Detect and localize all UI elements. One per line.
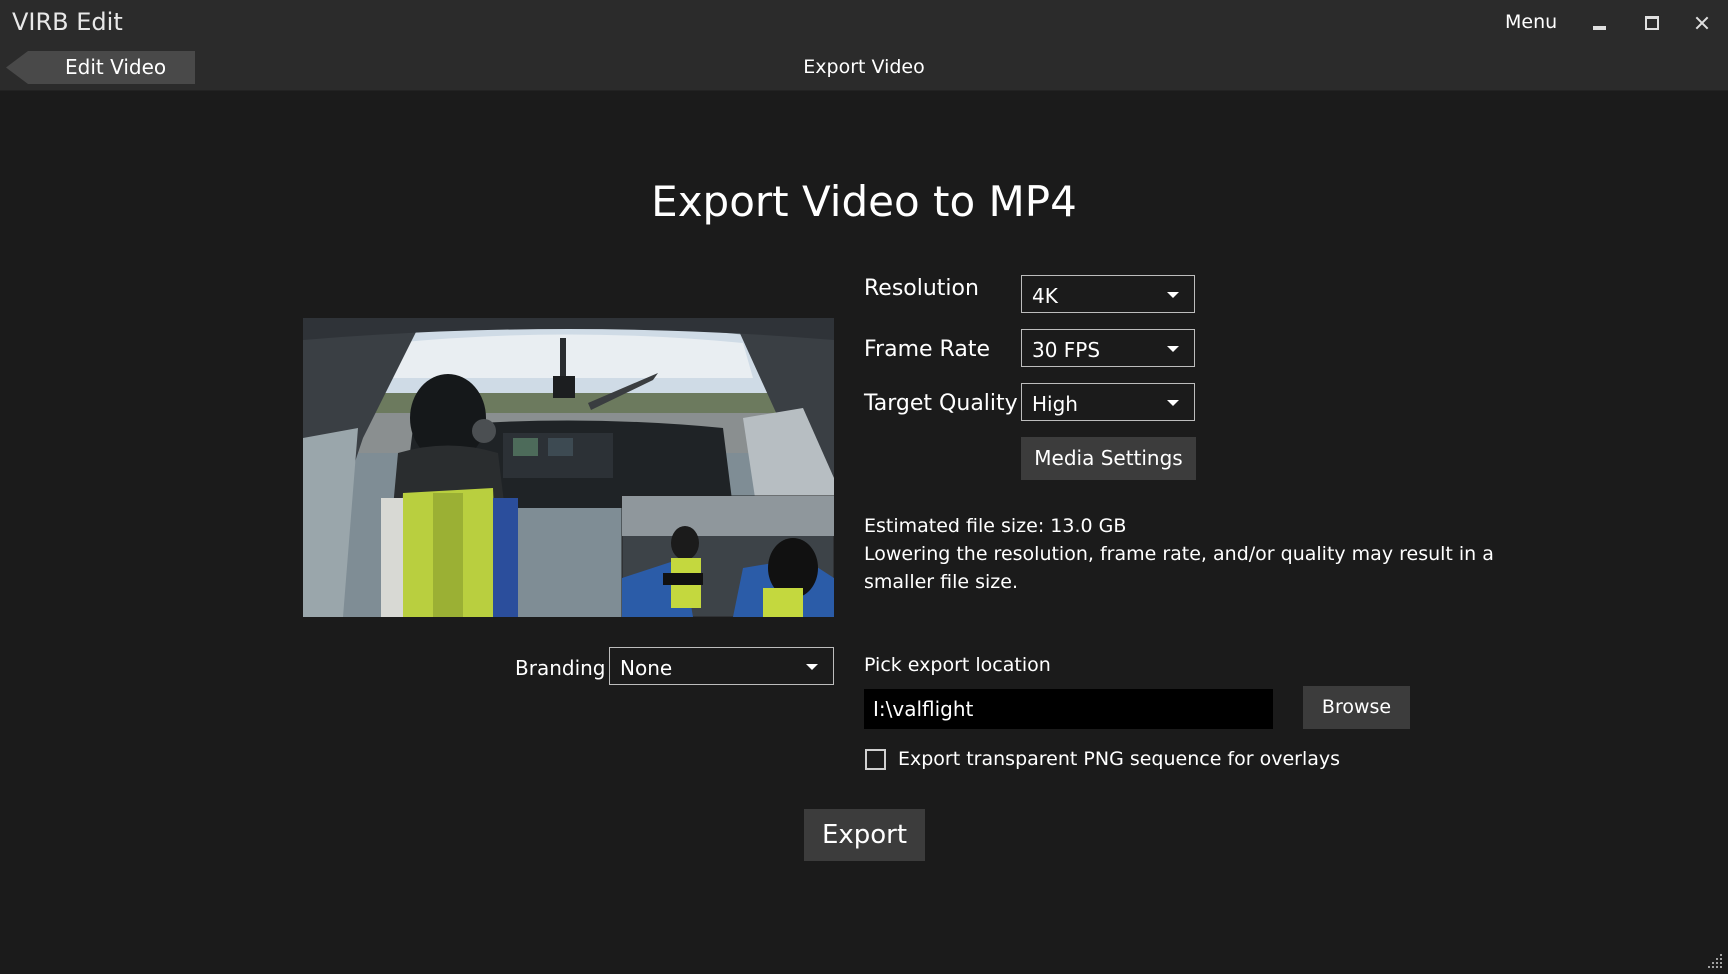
export-location-label: Pick export location: [864, 654, 1051, 676]
video-preview-image: [303, 318, 834, 617]
export-button[interactable]: Export: [804, 809, 925, 861]
resolution-value: 4K: [1032, 284, 1058, 308]
title-bar: VIRB Edit Menu: [0, 0, 1728, 46]
page-title: Export Video: [803, 56, 925, 78]
branding-label: Branding: [515, 656, 606, 680]
resize-grip-icon[interactable]: [1706, 952, 1724, 970]
png-sequence-checkbox[interactable]: [865, 749, 886, 770]
dropdown-caret-icon: [1167, 346, 1179, 352]
browse-button[interactable]: Browse: [1303, 686, 1410, 729]
dropdown-caret-icon: [1167, 292, 1179, 298]
export-heading: Export Video to MP4: [651, 177, 1077, 226]
close-icon[interactable]: [1687, 8, 1717, 38]
media-settings-button[interactable]: Media Settings: [1021, 437, 1196, 480]
nav-bar: Edit Video Export Video: [0, 46, 1728, 91]
target-quality-dropdown[interactable]: High: [1021, 383, 1195, 421]
dropdown-caret-icon: [806, 664, 818, 670]
virb-edit-window: VIRB Edit Menu Edit Video Export Video E…: [0, 0, 1728, 974]
resolution-dropdown[interactable]: 4K: [1021, 275, 1195, 313]
branding-value: None: [620, 656, 673, 680]
menu-button[interactable]: Menu: [1505, 11, 1557, 33]
export-path-input[interactable]: [864, 689, 1273, 729]
minimize-icon[interactable]: [1585, 8, 1615, 38]
png-sequence-label: Export transparent PNG sequence for over…: [898, 748, 1341, 770]
frame-rate-dropdown[interactable]: 30 FPS: [1021, 329, 1195, 367]
dropdown-caret-icon: [1167, 400, 1179, 406]
frame-rate-label: Frame Rate: [864, 337, 990, 362]
file-size-note-line-2: smaller file size.: [864, 571, 1019, 593]
target-quality-label: Target Quality: [864, 391, 1018, 416]
branding-dropdown[interactable]: None: [609, 647, 834, 685]
estimated-file-size-value: 13.0 GB: [1050, 515, 1127, 537]
frame-rate-value: 30 FPS: [1032, 338, 1101, 362]
maximize-icon[interactable]: [1636, 8, 1666, 38]
video-preview: [303, 318, 834, 617]
file-size-note-line-1: Lowering the resolution, frame rate, and…: [864, 543, 1494, 565]
target-quality-value: High: [1032, 392, 1078, 416]
app-title: VIRB Edit: [12, 8, 123, 36]
estimated-file-size: Estimated file size: 13.0 GB: [864, 515, 1126, 537]
resolution-label: Resolution: [864, 276, 979, 301]
estimated-file-size-label: Estimated file size:: [864, 515, 1045, 537]
